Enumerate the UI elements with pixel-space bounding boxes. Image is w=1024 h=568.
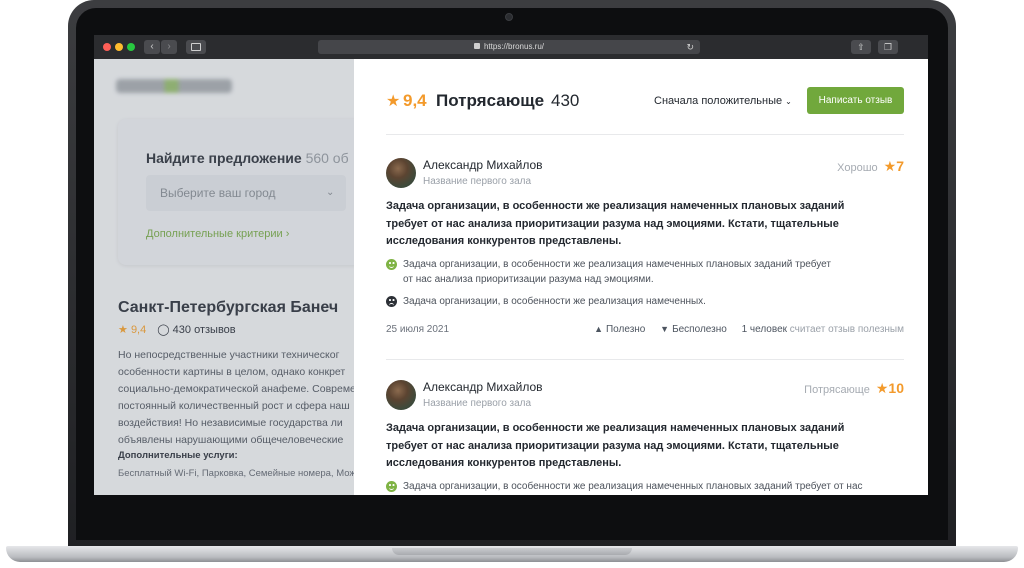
- write-review-button[interactable]: Написать отзыв: [807, 87, 904, 114]
- review-rating: Потрясающе ★10: [804, 380, 904, 396]
- reviews-panel: ★ 9,4 Потрясающе 430 Сначала положительн…: [354, 59, 928, 495]
- not-helpful-button[interactable]: ▼ Бесполезно: [660, 324, 727, 335]
- review-card: Александр Михайлов Название первого зала…: [386, 380, 904, 495]
- review-card: Александр Михайлов Название первого зала…: [386, 158, 904, 348]
- camera-icon: [505, 13, 513, 21]
- review-hall: Название первого зала: [423, 176, 532, 187]
- browser-toolbar: ‹ › https://bronus.ru/ ↻ ⇧ ❐: [94, 35, 928, 59]
- modal-backdrop[interactable]: [94, 59, 354, 495]
- review-cons: Задача организации, в особенности же реа…: [386, 294, 886, 309]
- reviews-count: 430: [551, 91, 580, 110]
- smile-icon: [386, 481, 397, 492]
- chevron-down-icon: ⌄: [785, 97, 792, 106]
- star-icon: ★: [875, 380, 889, 396]
- lock-icon: [473, 42, 480, 49]
- back-button[interactable]: ‹: [144, 40, 160, 54]
- review-text: Задача организации, в особенности же реа…: [386, 200, 845, 247]
- review-pros: Задача организации, в особенности же реа…: [386, 257, 886, 287]
- thumbs-down-icon: ▼: [660, 324, 670, 334]
- review-text: Задача организации, в особенности же реа…: [386, 422, 845, 469]
- tabs-button[interactable]: ❐: [878, 40, 898, 54]
- sort-dropdown[interactable]: Сначала положительные ⌄: [654, 95, 792, 107]
- url-text: https://bronus.ru/: [483, 42, 545, 51]
- screen: ‹ › https://bronus.ru/ ↻ ⇧ ❐ Найдите пре…: [94, 35, 928, 495]
- avatar: [386, 380, 416, 410]
- star-icon: ★: [386, 93, 401, 110]
- review-pros: Задача организации, в особенности же реа…: [386, 479, 904, 494]
- avatar: [386, 158, 416, 188]
- share-button[interactable]: ⇧: [851, 40, 871, 54]
- close-window-icon[interactable]: [103, 43, 111, 51]
- laptop-base-notch: [392, 548, 632, 555]
- review-hall: Название первого зала: [423, 398, 532, 409]
- forward-button[interactable]: ›: [161, 40, 177, 54]
- maximize-window-icon[interactable]: [127, 43, 135, 51]
- review-author[interactable]: Александр Михайлов: [423, 158, 543, 172]
- star-icon: ★: [883, 158, 897, 174]
- divider: [386, 359, 904, 360]
- sidebar-icon: [191, 43, 201, 51]
- minimize-window-icon[interactable]: [115, 43, 123, 51]
- overall-score-word: Потрясающе: [436, 91, 545, 110]
- review-date: 25 июля 2021: [386, 324, 450, 335]
- helpful-count: 1 человек: [741, 324, 788, 335]
- reload-icon[interactable]: ↻: [686, 40, 694, 54]
- smile-icon: [386, 259, 397, 270]
- thumbs-up-icon: ▲: [594, 324, 603, 334]
- frown-icon: [386, 296, 397, 307]
- review-rating: Хорошо ★7: [837, 158, 904, 174]
- reviews-header: ★ 9,4 Потрясающе 430 Сначала положительн…: [386, 87, 904, 118]
- helpful-suffix: считает отзыв полезным: [789, 324, 904, 335]
- address-bar[interactable]: https://bronus.ru/ ↻: [318, 40, 700, 54]
- helpful-button[interactable]: ▲ Полезно: [594, 324, 645, 335]
- sidebar-toggle-button[interactable]: [186, 40, 206, 54]
- review-author[interactable]: Александр Михайлов: [423, 380, 543, 394]
- overall-score: 9,4: [403, 91, 427, 110]
- divider: [386, 134, 904, 135]
